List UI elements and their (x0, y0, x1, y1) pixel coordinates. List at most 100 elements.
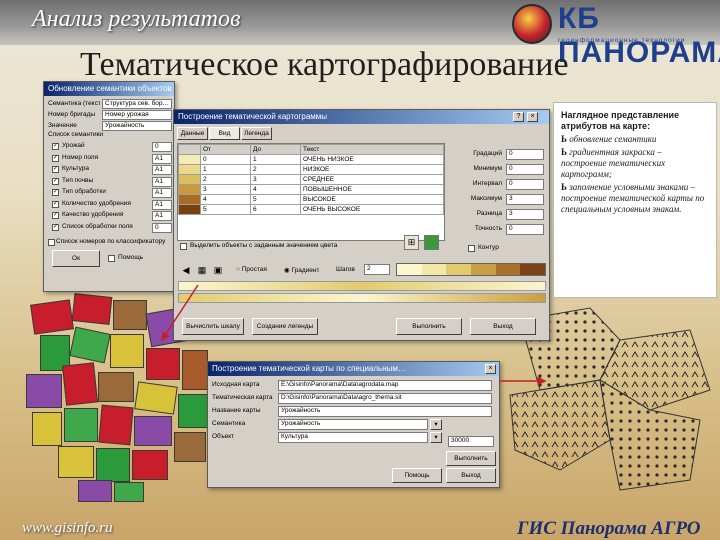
code-field[interactable]: 30000 (448, 436, 494, 447)
semantics-row-field[interactable]: Урожайность (102, 121, 172, 131)
gradient-step (471, 264, 496, 275)
palette-icon[interactable]: ▣ (212, 264, 224, 276)
ok-button[interactable]: Ок (52, 250, 100, 267)
execute-button[interactable]: Выполнить (396, 318, 462, 335)
close-icon[interactable]: × (485, 364, 496, 374)
scale-field-input[interactable]: 0 (506, 179, 544, 190)
row-color-swatch (178, 174, 201, 185)
table-row[interactable]: 3 4 ПОВЫШЕННОЕ (178, 184, 444, 195)
radio-gradient[interactable]: ◉ Градиент (284, 266, 319, 274)
semantic-label: Культура (62, 165, 90, 172)
symbol-field-input[interactable]: E:\Gisinfo\Panorama\Data\agrodata.map (278, 380, 492, 391)
close-icon[interactable]: × (527, 112, 538, 122)
scale-field-input[interactable]: 0 (506, 224, 544, 235)
steps-input[interactable]: 2 (364, 264, 390, 275)
table-row[interactable]: 1 2 НИЗКОЕ (178, 164, 444, 175)
contour-label: Контур (478, 244, 499, 251)
radio-simple[interactable]: ○ Простая (236, 266, 267, 273)
semantic-checkbox[interactable]: ✓ (52, 166, 59, 173)
globe-logo-icon (512, 4, 552, 44)
semantic-code[interactable]: А1 (152, 211, 172, 221)
semantic-checkbox[interactable]: ✓ (52, 189, 59, 196)
scale-field-input[interactable]: 0 (506, 164, 544, 175)
semantics-row-label: Номер бригады (48, 111, 96, 118)
semantics-row-field[interactable]: Структура сев. бор… (102, 99, 172, 109)
footer-url[interactable]: www.gisinfo.ru (22, 520, 113, 537)
semantic-code[interactable]: А1 (152, 153, 172, 164)
dropdown-button[interactable]: ▾ (430, 432, 442, 443)
semantics-bottom-checkbox[interactable] (48, 239, 55, 246)
semantics-row-field[interactable]: Номер урожая (102, 110, 172, 120)
build-legend-button[interactable]: Создание легенды (252, 318, 318, 335)
semantic-checkbox[interactable]: ✓ (52, 143, 59, 150)
row-to: 3 (250, 174, 301, 185)
semantics-group-label: Список семантики (48, 131, 104, 138)
execute-button-2[interactable]: Выполнить (446, 451, 496, 466)
cartogram-window-title: Построение тематической картограммы (174, 110, 549, 124)
symbol-field-label: Объект (212, 433, 235, 440)
scale-field-input[interactable]: 0 (506, 149, 544, 160)
header-subtitle: Анализ результатов (32, 6, 241, 32)
dropdown-button[interactable]: ▾ (430, 419, 442, 430)
semantic-code[interactable]: 0 (152, 222, 172, 233)
row-color-swatch (178, 204, 201, 215)
symbol-map-window-title: Построение тематической карты по специал… (208, 362, 499, 376)
map-field (61, 362, 99, 406)
color-icon[interactable] (424, 235, 439, 250)
calc-scale-button[interactable]: Вычислить шкалу (182, 318, 244, 335)
grid-icon[interactable]: ▦ (196, 264, 208, 276)
gradient-step (421, 264, 447, 275)
help-button[interactable]: Помощь (392, 468, 442, 483)
table-icon[interactable]: ⊞ (404, 235, 419, 250)
semantic-label: Тип обработки (62, 188, 106, 195)
semantic-checkbox[interactable]: ✓ (52, 223, 59, 231)
symbol-field-input[interactable]: D:\Gisinfo\Panorama\Data\agro_thema.sit (278, 393, 492, 404)
symbol-field-label: Семантика (212, 420, 246, 427)
class-table-header: От До Текст (178, 144, 444, 155)
symbol-field-input[interactable]: Культура (278, 432, 428, 443)
tab-1[interactable]: Вид (209, 127, 240, 140)
question-icon[interactable]: ? (513, 112, 524, 122)
arrow-icon[interactable]: ◀ (180, 264, 192, 276)
tab-2[interactable]: Легенда (241, 127, 272, 140)
map-field (132, 450, 168, 480)
semantic-code[interactable]: 0 (152, 142, 172, 152)
table-row[interactable]: 5 6 ОЧЕНЬ ВЫСОКОЕ (178, 204, 444, 215)
exit-button-2[interactable]: Выход (446, 468, 496, 483)
highlight-checkbox[interactable] (180, 243, 187, 250)
symbol-field-label: Тематическая карта (212, 394, 273, 401)
symbol-field-input[interactable]: Урожайность (278, 406, 492, 417)
map-field (178, 394, 208, 428)
tab-0[interactable]: Данные (177, 127, 208, 140)
row-to: 6 (250, 204, 301, 215)
table-row[interactable]: 0 1 ОЧЕНЬ НИЗКОЕ (178, 154, 444, 165)
map-field (182, 350, 208, 390)
map-field (134, 416, 172, 446)
table-row[interactable]: 4 5 ВЫСОКОЕ (178, 194, 444, 205)
scale-field-input[interactable]: 3 (506, 194, 544, 205)
page-title: Тематическое картографирование (80, 46, 569, 83)
symbol-field-label: Исходная карта (212, 381, 260, 388)
semantic-code[interactable]: А1 (152, 188, 172, 198)
map-field (110, 334, 144, 368)
exit-button[interactable]: Выход (470, 318, 536, 335)
semantic-code[interactable]: А1 (152, 165, 172, 175)
help-checkbox[interactable] (108, 255, 115, 262)
row-from: 1 (200, 164, 251, 175)
contour-checkbox[interactable] (468, 245, 475, 252)
table-row[interactable]: 2 3 СРЕДНЕЕ (178, 174, 444, 185)
semantic-code[interactable]: А1 (152, 199, 172, 210)
map-field (58, 446, 94, 478)
info-item: Ь обновление семантики (561, 134, 709, 145)
semantic-checkbox[interactable]: ✓ (52, 177, 59, 185)
gradient-step (397, 264, 422, 275)
info-bullet: Ь (561, 147, 567, 157)
semantic-checkbox[interactable]: ✓ (52, 212, 59, 219)
row-to: 1 (250, 154, 301, 165)
semantic-code[interactable]: А1 (152, 176, 172, 187)
symbol-field-input[interactable]: Урожайность (278, 419, 428, 430)
semantic-checkbox[interactable]: ✓ (52, 200, 59, 208)
semantic-checkbox[interactable]: ✓ (52, 154, 59, 162)
info-bullet: Ь (561, 134, 567, 144)
scale-field-input[interactable]: 3 (506, 209, 544, 220)
